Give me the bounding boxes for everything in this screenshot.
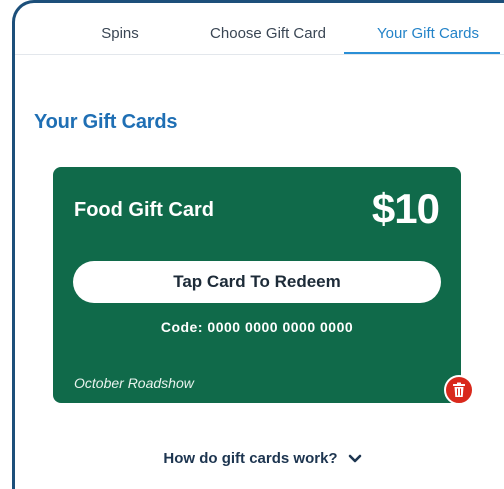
card-name: Food Gift Card: [74, 199, 214, 221]
tab-spins[interactable]: Spins: [94, 25, 146, 42]
tab-your-gift-cards[interactable]: Your Gift Cards: [358, 25, 498, 42]
card-code: Code: 0000 0000 0000 0000: [53, 319, 461, 335]
card-code-value: 0000 0000 0000 0000: [207, 319, 354, 335]
tab-divider: [15, 54, 504, 55]
gift-card[interactable]: Food Gift Card $10 Tap Card To Redeem Co…: [53, 167, 461, 403]
gift-cards-panel: Spins Choose Gift Card Your Gift Cards Y…: [12, 0, 504, 489]
page-title: Your Gift Cards: [34, 111, 178, 133]
help-link-label: How do gift cards work?: [163, 450, 338, 467]
redeem-button[interactable]: Tap Card To Redeem: [73, 261, 441, 303]
tab-bar: Spins Choose Gift Card Your Gift Cards: [15, 3, 504, 55]
trash-icon: [453, 382, 465, 397]
card-code-label: Code:: [160, 319, 204, 335]
chevron-down-icon: [348, 454, 361, 462]
card-amount: $10: [371, 185, 440, 232]
card-campaign: October Roadshow: [74, 375, 194, 391]
delete-card-button[interactable]: [444, 375, 474, 405]
gift-cards-help-link[interactable]: How do gift cards work?: [15, 450, 504, 468]
tab-choose-gift-card[interactable]: Choose Gift Card: [203, 25, 333, 42]
